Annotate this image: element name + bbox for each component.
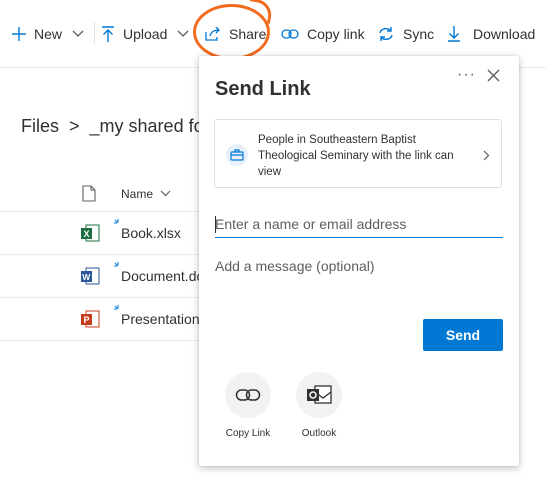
organization-icon xyxy=(226,144,248,166)
outlook-option-label: Outlook xyxy=(301,428,337,439)
link-icon xyxy=(281,29,299,39)
file-list-header: Name xyxy=(0,172,200,212)
close-icon[interactable] xyxy=(487,69,500,82)
download-label: Download xyxy=(473,26,536,42)
more-options-icon[interactable]: ··· xyxy=(457,66,476,84)
download-button[interactable]: Download xyxy=(447,21,535,47)
powerpoint-file-icon: P xyxy=(81,310,100,328)
file-name[interactable]: Presentation xyxy=(121,311,200,327)
text-caret xyxy=(215,216,216,233)
breadcrumb: Files > _my shared fo xyxy=(21,116,201,137)
sync-icon xyxy=(379,27,393,41)
upload-label: Upload xyxy=(123,26,168,42)
toolbar-divider xyxy=(94,22,95,44)
file-type-icon xyxy=(82,185,96,202)
breadcrumb-current: _my shared fo xyxy=(89,116,201,136)
copy-link-button[interactable]: Copy link xyxy=(281,21,365,47)
plus-icon xyxy=(12,27,26,41)
chevron-down-icon xyxy=(72,30,84,37)
chevron-down-icon xyxy=(177,30,189,37)
sync-button[interactable]: Sync xyxy=(377,21,434,47)
new-label: New xyxy=(34,26,63,42)
table-row[interactable]: P Presentation xyxy=(0,298,200,341)
excel-file-icon: X xyxy=(81,224,100,242)
upload-icon xyxy=(102,26,114,42)
outlook-option[interactable]: Outlook xyxy=(287,372,351,439)
breadcrumb-root[interactable]: Files xyxy=(21,116,59,137)
table-row[interactable]: X Book.xlsx xyxy=(0,212,200,255)
column-name-header[interactable]: Name xyxy=(121,187,153,201)
send-link-dialog: Send Link ··· People in Southeastern Bap… xyxy=(199,56,519,466)
chevron-down-icon xyxy=(160,190,171,197)
share-button[interactable]: Share xyxy=(205,21,266,47)
send-button[interactable]: Send xyxy=(423,319,503,351)
file-name[interactable]: Book.xlsx xyxy=(121,225,200,241)
copy-link-option[interactable]: Copy Link xyxy=(216,372,280,439)
svg-text:P: P xyxy=(84,315,90,325)
share-icon xyxy=(205,27,220,41)
outlook-option-circle[interactable] xyxy=(296,372,342,418)
file-name[interactable]: Document.do xyxy=(121,268,200,284)
recipient-input[interactable] xyxy=(215,210,503,238)
permission-description: People in Southeastern Baptist Theologic… xyxy=(258,134,454,178)
new-button[interactable]: New xyxy=(12,21,84,47)
link-permission-selector[interactable]: People in Southeastern Baptist Theologic… xyxy=(214,119,502,188)
svg-text:X: X xyxy=(84,229,90,239)
download-icon xyxy=(448,26,460,42)
message-input[interactable] xyxy=(215,258,503,298)
share-label: Share xyxy=(229,26,267,42)
svg-text:W: W xyxy=(82,272,91,282)
table-row[interactable]: W Document.do xyxy=(0,255,200,298)
copy-link-option-label: Copy Link xyxy=(225,428,271,439)
copy-link-label: Copy link xyxy=(307,26,365,42)
outlook-icon xyxy=(307,385,332,404)
word-file-icon: W xyxy=(81,267,100,285)
dialog-title: Send Link xyxy=(215,78,311,100)
chevron-right-icon xyxy=(483,150,490,161)
breadcrumb-separator: > xyxy=(69,116,80,136)
upload-button[interactable]: Upload xyxy=(101,21,189,47)
sync-label: Sync xyxy=(403,26,435,42)
copy-link-option-circle[interactable] xyxy=(225,372,271,418)
copy-link-icon xyxy=(235,389,261,401)
